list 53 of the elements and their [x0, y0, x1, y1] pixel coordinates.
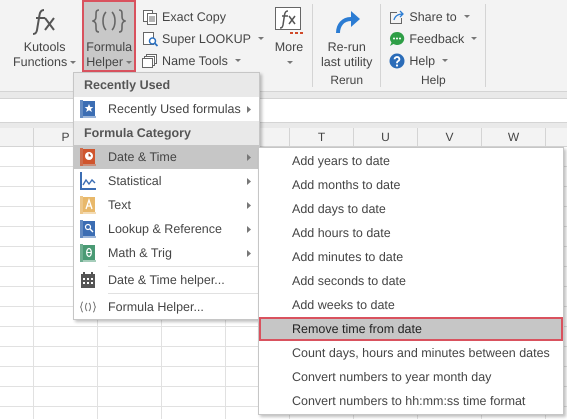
group-label: Help: [420, 72, 447, 88]
calendar-icon: [80, 272, 96, 288]
menu-item[interactable]: Add years to date: [259, 149, 563, 173]
menu-item[interactable]: Formula Helper...: [74, 295, 259, 319]
ribbon-button[interactable]: Name Tools: [138, 50, 268, 72]
menu-item[interactable]: Recently Used formulas: [74, 97, 259, 121]
magnifier-book-icon: [80, 220, 96, 238]
column-header[interactable]: W: [508, 130, 520, 144]
menu-item[interactable]: Statistical: [74, 169, 259, 193]
copy-icon: [142, 9, 158, 25]
ribbon-button[interactable]: Exact Copy: [138, 6, 268, 28]
clock-book-icon: [80, 148, 96, 166]
ribbon-button[interactable]: Feedback: [385, 28, 482, 50]
group-label: Rerun: [329, 72, 364, 88]
ribbon-button[interactable]: Formula Helper: [82, 0, 136, 72]
ribbon-button[interactable]: Super LOOKUP: [138, 28, 268, 50]
ribbon-button[interactable]: More: [270, 0, 308, 72]
menu-item[interactable]: Convert numbers to year month day: [259, 365, 563, 389]
ribbon-button[interactable]: Help: [385, 50, 482, 72]
text-book-icon: [80, 196, 96, 214]
lookup-icon: [142, 31, 158, 47]
column-header[interactable]: T: [318, 130, 326, 144]
menu-item[interactable]: Remove time from date: [259, 317, 563, 341]
ribbon-button[interactable]: Share to: [385, 6, 482, 28]
column-header[interactable]: U: [381, 130, 390, 144]
menu-item[interactable]: Add weeks to date: [259, 293, 563, 317]
menu-item[interactable]: Add seconds to date: [259, 269, 563, 293]
function-box-icon: [274, 6, 304, 36]
column-header[interactable]: V: [445, 130, 454, 144]
menu-item[interactable]: Add days to date: [259, 197, 563, 221]
menu-item[interactable]: Add months to date: [259, 173, 563, 197]
menu-item[interactable]: Count days, hours and minutes between dates: [259, 341, 563, 365]
braces-icon: [80, 301, 96, 313]
menu-section-header: Recently Used: [74, 73, 259, 97]
menu-item[interactable]: Convert numbers to hh:mm:ss time format: [259, 389, 563, 413]
menu-item[interactable]: Text: [74, 193, 259, 217]
ribbon-button[interactable]: Re-run last utility: [316, 0, 376, 72]
menu-item[interactable]: Add hours to date: [259, 221, 563, 245]
menu-item[interactable]: Add minutes to date: [259, 245, 563, 269]
star-book-icon: [80, 100, 96, 118]
help-icon: [389, 53, 406, 69]
share-icon: [389, 9, 406, 25]
menu-item[interactable]: Lookup & Reference: [74, 217, 259, 241]
chat-bubble-icon: [389, 31, 406, 47]
line-chart-icon: [80, 172, 96, 190]
menu-section-header: Formula Category: [74, 121, 259, 145]
column-header[interactable]: P: [61, 130, 70, 144]
ribbon-button[interactable]: Kutools Functions: [9, 0, 80, 72]
name-tools-icon: [142, 53, 158, 69]
menu-item[interactable]: Math & Trig: [74, 241, 259, 265]
braces-icon: [92, 8, 126, 34]
menu-item[interactable]: Date & Time: [74, 145, 259, 169]
theta-book-icon: [80, 244, 96, 262]
